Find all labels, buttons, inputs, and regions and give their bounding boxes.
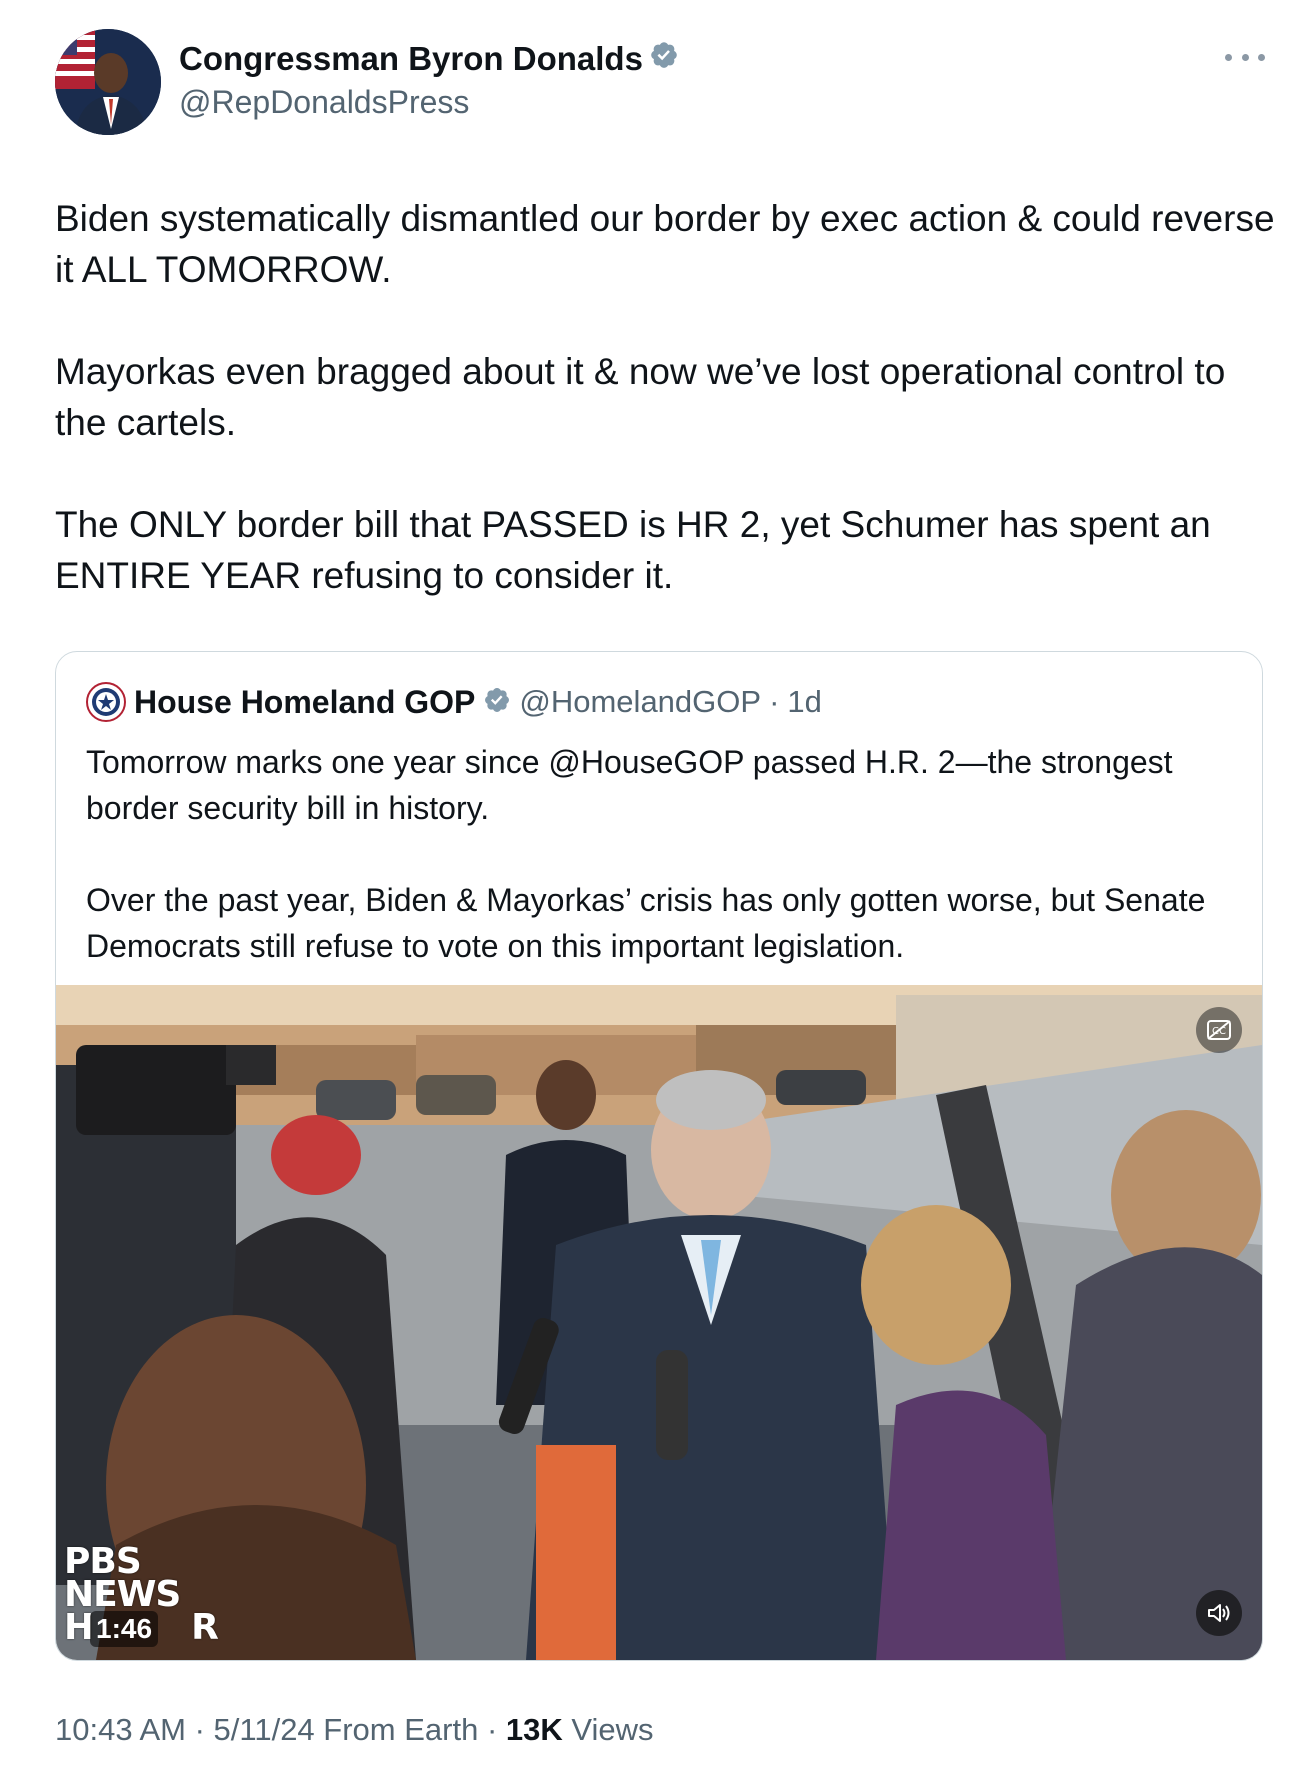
tweet-paragraph: Mayorkas even bragged about it & now we’…	[55, 351, 1236, 443]
views-count[interactable]: 13K	[506, 1712, 563, 1747]
author-handle[interactable]: @RepDonaldsPress	[179, 84, 469, 121]
more-icon[interactable]	[1225, 44, 1265, 70]
tweet-meta: 10:43 AM · 5/11/24 From Earth · 13K View…	[55, 1712, 654, 1748]
quoted-author-name[interactable]: House Homeland GOP	[134, 684, 475, 721]
quoted-age[interactable]: 1d	[787, 684, 821, 720]
svg-text:CC: CC	[1212, 1026, 1226, 1037]
quoted-avatar	[86, 682, 126, 722]
tweet-paragraph: Biden systematically dismantled our bord…	[55, 198, 1285, 290]
author-avatar[interactable]	[55, 29, 161, 135]
meta-separator: ·	[185, 1712, 214, 1747]
video-frame	[56, 985, 1262, 1660]
tweet-text: Biden systematically dismantled our bord…	[55, 193, 1285, 652]
tweet-time[interactable]: 10:43 AM	[55, 1712, 186, 1747]
quoted-separator: ·	[769, 684, 780, 719]
verified-badge-icon	[649, 40, 679, 78]
meta-separator: ·	[478, 1712, 506, 1747]
quoted-paragraph: Over the past year, Biden & Mayorkas’ cr…	[86, 882, 1206, 964]
quoted-tweet-card[interactable]: House Homeland GOP @HomelandGOP · 1d Tom…	[55, 651, 1263, 1661]
video-duration: 1:46	[90, 1611, 159, 1647]
captions-icon[interactable]: CC	[1196, 1007, 1242, 1053]
author-name[interactable]: Congressman Byron Donalds	[179, 40, 643, 78]
pbs-logo-line3: H	[64, 1607, 94, 1648]
quoted-paragraph: Tomorrow marks one year since @HouseGOP …	[86, 744, 1173, 826]
volume-icon[interactable]	[1196, 1590, 1242, 1636]
quoted-author-handle[interactable]: @HomelandGOP	[519, 684, 761, 720]
video-player[interactable]: CC PBS NEWS H R 1:46	[56, 985, 1262, 1660]
quoted-verified-badge-icon	[483, 686, 511, 719]
tweet-date[interactable]: 5/11/24	[214, 1712, 315, 1747]
views-label: Views	[562, 1712, 654, 1747]
tweet-paragraph: The ONLY border bill that PASSED is HR 2…	[55, 504, 1222, 596]
tweet-source: From Earth	[314, 1712, 479, 1747]
quoted-text: Tomorrow marks one year since @HouseGOP …	[86, 739, 1236, 1015]
quoted-header: House Homeland GOP @HomelandGOP · 1d	[86, 682, 822, 722]
author-name-row[interactable]: Congressman Byron Donalds	[179, 40, 679, 78]
pbs-logo-line3-end: R	[191, 1607, 219, 1648]
